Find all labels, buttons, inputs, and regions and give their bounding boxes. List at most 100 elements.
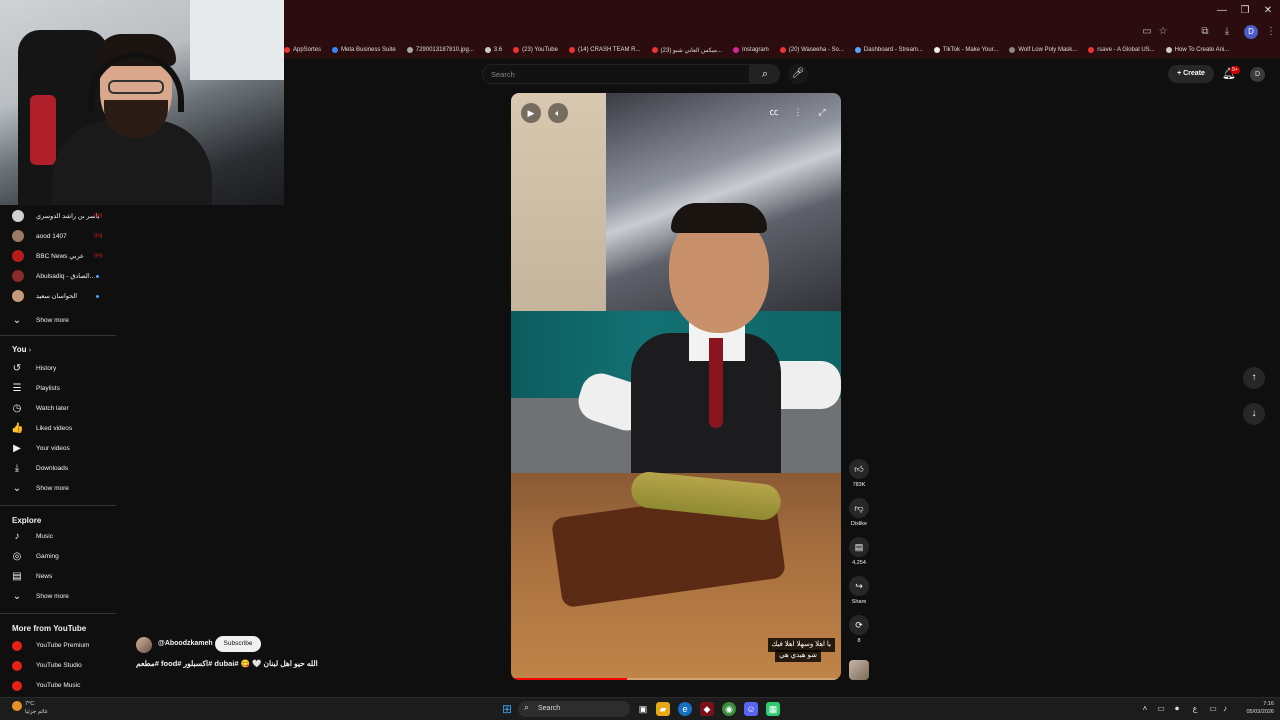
- channel-name[interactable]: @Aboodzkameh: [158, 640, 213, 647]
- you-heading[interactable]: You ›: [12, 345, 31, 354]
- sidebar-item-your-videos[interactable]: ▶ Your videos: [0, 439, 118, 459]
- bookmark-item[interactable]: (23) YouTube: [513, 47, 558, 53]
- bookmark-star-icon[interactable]: ☆: [1156, 25, 1170, 39]
- bookmark-item[interactable]: (20) Waseeha - So...: [779, 47, 844, 53]
- webcam-background-window: [190, 0, 284, 80]
- clock-time: 7:16: [1263, 701, 1274, 707]
- app-icon[interactable]: ◆: [700, 702, 714, 716]
- spreadsheet-app-icon[interactable]: ▦: [766, 702, 780, 716]
- browser-profile-avatar[interactable]: D: [1244, 25, 1258, 39]
- new-content-dot-icon: [96, 274, 99, 278]
- subscription-item[interactable]: BBC News عربي ((•)): [0, 246, 118, 266]
- weather-widget[interactable]: 7°C غائم جزئيا: [25, 700, 48, 716]
- you-show-more[interactable]: ⌄ Show more: [0, 479, 118, 499]
- sidebar-item-downloads[interactable]: ⤓ Downloads: [0, 459, 118, 479]
- volume-tray-icon[interactable]: ♪: [1220, 703, 1230, 715]
- bookmark-item[interactable]: (14) CRASH TEAM R...: [568, 47, 641, 53]
- network-icon[interactable]: ▭: [1208, 703, 1218, 715]
- bookmark-item[interactable]: TikTok - Make Your...: [933, 47, 998, 53]
- bookmark-item[interactable]: Meta Business Suite: [332, 47, 396, 53]
- bookmark-label: rsave - A Global US...: [1097, 47, 1155, 53]
- sidebar-item-label: History: [36, 365, 57, 372]
- bookmark-item[interactable]: Dashboard - Stream...: [854, 47, 923, 53]
- cast-icon[interactable]: ▭: [1140, 25, 1154, 39]
- video-progress-bar[interactable]: [511, 678, 841, 680]
- bookmark-item[interactable]: Instagram: [733, 47, 769, 53]
- bookmark-item[interactable]: 7290013187810.jpg...: [406, 47, 474, 53]
- subscription-item[interactable]: ياسر بن راشد الدوسري ((•)): [0, 206, 118, 226]
- sidebar-item-youtube-studio[interactable]: YouTube Studio: [0, 656, 118, 676]
- previous-short-button[interactable]: ↑: [1243, 367, 1265, 389]
- bookmark-item[interactable]: rsave - A Global US...: [1088, 47, 1155, 53]
- voice-search-button[interactable]: 🎤︎: [788, 64, 808, 84]
- next-short-button[interactable]: ↓: [1243, 403, 1265, 425]
- tray-overflow-icon[interactable]: ˄: [1140, 703, 1150, 715]
- system-clock[interactable]: 7:16 05/03/2026: [1236, 700, 1274, 716]
- restore-icon[interactable]: ❐: [1233, 3, 1257, 19]
- edge-browser-icon[interactable]: e: [678, 702, 692, 716]
- bookmark-item[interactable]: Wolf Low Poly Mask...: [1009, 47, 1077, 53]
- channel-avatar[interactable]: [136, 637, 152, 653]
- video-scene-waiter-hair: [671, 203, 767, 233]
- browser-menu-icon[interactable]: ⋮: [1264, 25, 1278, 39]
- file-explorer-icon[interactable]: ▰: [656, 702, 670, 716]
- search-button[interactable]: ⌕: [750, 64, 780, 84]
- language-indicator[interactable]: ع: [1190, 703, 1200, 715]
- bookmark-item[interactable]: 3.6: [484, 47, 502, 53]
- captions-icon[interactable]: ㏄: [767, 105, 781, 119]
- shorts-video-player[interactable]: يا اهلا وسهلا اهلا فيك شو هيدي هي ▶ 🔈︎ ㏄…: [511, 93, 841, 680]
- subscriptions-show-more[interactable]: ⌄ Show more: [0, 311, 118, 331]
- sidebar-item-label: YouTube Premium: [36, 642, 90, 649]
- close-icon[interactable]: ✕: [1256, 3, 1280, 19]
- tray-mic-icon[interactable]: ⏺: [1172, 703, 1182, 715]
- sidebar-item-news[interactable]: ▤ News: [0, 567, 118, 587]
- tray-app-icon[interactable]: ▭: [1156, 703, 1166, 715]
- show-more-label: Show more: [36, 317, 69, 324]
- bookmark-item[interactable]: How To Create Ani...: [1165, 47, 1230, 53]
- sidebar-item-youtube-music[interactable]: YouTube Music: [0, 676, 118, 696]
- bookmark-item[interactable]: (23) ميكس العاني شبو...: [651, 47, 722, 54]
- taskbar-search-label: Search: [538, 705, 561, 712]
- more-options-icon[interactable]: ⋮: [791, 105, 805, 119]
- bookmark-label: How To Create Ani...: [1174, 47, 1230, 53]
- like-button[interactable]: 👍︎ 783K: [848, 459, 870, 488]
- minimize-icon[interactable]: —: [1210, 3, 1234, 19]
- subscribe-button[interactable]: Subscribe: [215, 636, 261, 652]
- sidebar-item-youtube-premium[interactable]: YouTube Premium: [0, 636, 118, 656]
- bookmark-item[interactable]: AppSortes: [284, 47, 321, 53]
- sidebar-item-playlists[interactable]: ☰ Playlists: [0, 379, 118, 399]
- comments-button[interactable]: ▤ 4,254: [848, 537, 870, 566]
- fullscreen-icon[interactable]: ⤢: [815, 105, 829, 119]
- subscription-item[interactable]: aood 1407 ((•)): [0, 226, 118, 246]
- discord-icon[interactable]: ☺: [744, 702, 758, 716]
- share-button[interactable]: ↪ Share: [848, 576, 870, 605]
- explore-show-more[interactable]: ⌄ Show more: [0, 587, 118, 607]
- share-icon: ↪: [849, 576, 869, 596]
- volume-icon[interactable]: 🔈︎: [548, 103, 568, 123]
- windows-start-icon[interactable]: ⊞: [500, 702, 514, 716]
- account-avatar[interactable]: D: [1250, 67, 1265, 82]
- sidebar-item-watch-later[interactable]: ◷ Watch later: [0, 399, 118, 419]
- sidebar-item-music[interactable]: ♪ Music: [0, 527, 118, 547]
- audio-source-thumbnail[interactable]: [849, 660, 869, 680]
- search-input[interactable]: Search: [482, 64, 750, 84]
- extensions-icon[interactable]: ⧉: [1198, 25, 1212, 39]
- sidebar-item-label: Watch later: [36, 405, 69, 412]
- create-button[interactable]: + Create: [1168, 65, 1214, 83]
- play-icon[interactable]: ▶: [521, 103, 541, 123]
- thumbs-down-icon: 👎︎: [849, 498, 869, 518]
- remix-button[interactable]: ⟳ 8: [848, 615, 870, 644]
- subscription-item[interactable]: الحواسان سعيد: [0, 286, 118, 306]
- channel-avatar: [12, 250, 24, 262]
- download-tray-icon[interactable]: ⤓: [1220, 25, 1234, 39]
- subscription-item[interactable]: Abulsadiq - الصادق...: [0, 266, 118, 286]
- sidebar-item-gaming[interactable]: ◎ Gaming: [0, 547, 118, 567]
- taskbar-search[interactable]: ⌕ Search: [518, 701, 630, 717]
- task-view-icon[interactable]: ▣: [636, 702, 650, 716]
- gaming-icon: ◎: [12, 551, 22, 562]
- sidebar-item-liked-videos[interactable]: 👍 Liked videos: [0, 419, 118, 439]
- chrome-icon[interactable]: ◉: [722, 702, 736, 716]
- sidebar-item-history[interactable]: ↺ History: [0, 359, 118, 379]
- weather-icon[interactable]: [12, 701, 22, 711]
- dislike-button[interactable]: 👎︎ Dislike: [848, 498, 870, 527]
